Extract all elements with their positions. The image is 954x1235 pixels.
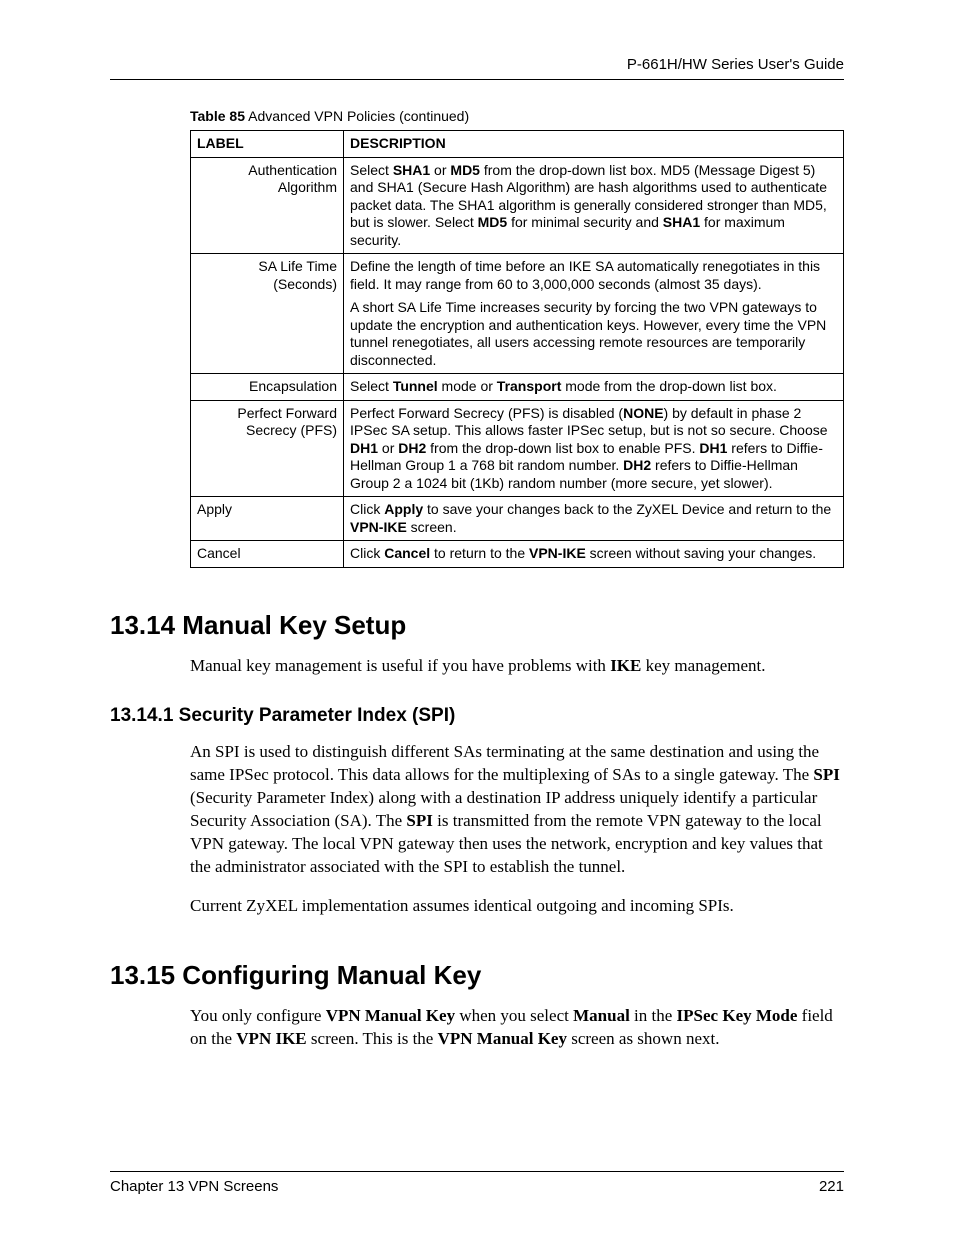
section-13-14-1-title: 13.14.1 Security Parameter Index (SPI) [110,705,844,727]
table-header-row: LABEL DESCRIPTION [191,131,844,158]
section-13-15-paragraph: You only configure VPN Manual Key when y… [190,1005,844,1051]
table-caption-label: Table 85 [190,108,245,124]
table-row: Authentication AlgorithmSelect SHA1 or M… [191,157,844,254]
table-description-cell: Click Apply to save your changes back to… [344,497,844,541]
running-header: P-661H/HW Series User's Guide [110,56,844,73]
table-description-cell: Perfect Forward Secrecy (PFS) is disable… [344,400,844,497]
table-row: ApplyClick Apply to save your changes ba… [191,497,844,541]
table-caption: Table 85 Advanced VPN Policies (continue… [190,108,844,124]
section-13-14-1-paragraph-1: An SPI is used to distinguish different … [190,741,844,879]
section-13-14-paragraph: Manual key management is useful if you h… [190,655,844,678]
footer-page-number: 221 [819,1178,844,1195]
section-13-15-title: 13.15 Configuring Manual Key [110,960,844,991]
section-13-14-title: 13.14 Manual Key Setup [110,610,844,641]
col-description: DESCRIPTION [344,131,844,158]
header-rule [110,79,844,80]
table-description-cell: Click Cancel to return to the VPN-IKE sc… [344,541,844,568]
table-row: Perfect Forward Secrecy (PFS)Perfect For… [191,400,844,497]
table-row: SA Life Time (Seconds)Define the length … [191,254,844,374]
footer-chapter: Chapter 13 VPN Screens [110,1178,278,1195]
section-13-14-1-paragraph-2: Current ZyXEL implementation assumes ide… [190,895,844,918]
table-label-cell: SA Life Time (Seconds) [191,254,344,374]
table-caption-text: Advanced VPN Policies (continued) [245,108,469,124]
vpn-policies-table: LABEL DESCRIPTION Authentication Algorit… [190,130,844,568]
col-label: LABEL [191,131,344,158]
table-row: EncapsulationSelect Tunnel mode or Trans… [191,374,844,401]
table-label-cell: Authentication Algorithm [191,157,344,254]
table-description-cell: Define the length of time before an IKE … [344,254,844,374]
table-label-cell: Cancel [191,541,344,568]
table-description-cell: Select SHA1 or MD5 from the drop-down li… [344,157,844,254]
table-label-cell: Perfect Forward Secrecy (PFS) [191,400,344,497]
table-label-cell: Encapsulation [191,374,344,401]
table-label-cell: Apply [191,497,344,541]
table-row: CancelClick Cancel to return to the VPN-… [191,541,844,568]
page-footer: Chapter 13 VPN Screens 221 [110,1171,844,1195]
table-description-cell: Select Tunnel mode or Transport mode fro… [344,374,844,401]
